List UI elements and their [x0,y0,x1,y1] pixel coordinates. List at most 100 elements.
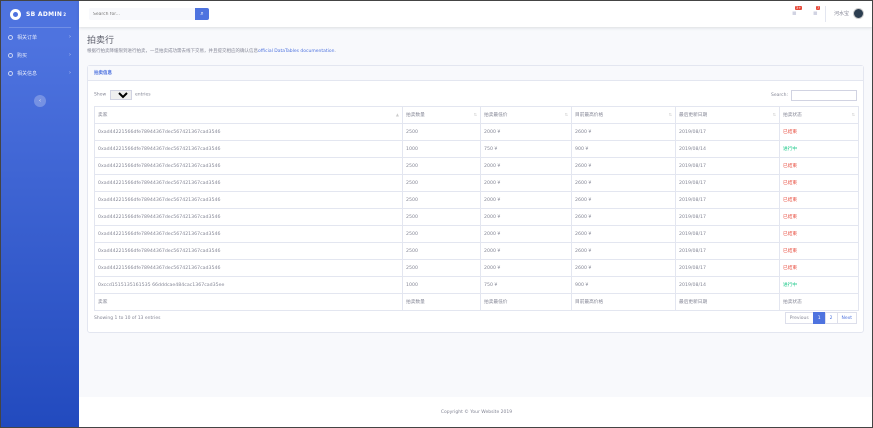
entries-select[interactable]: 10 [109,90,132,100]
gear-icon [8,70,13,76]
table-row: 0xad44221566dfe78944367dec567421367cad35… [94,140,859,158]
column-footer: 最后更新日期 [675,293,780,311]
sort-icon: ⇅ [473,112,477,117]
table-cell: 2019/08/17 [675,225,780,243]
table-cell: 2000 ¥ [480,123,572,141]
table-cell: 2000 ¥ [480,208,572,226]
table-cell: 0xad44221566dfe78944367dec567421367cad35… [94,123,403,141]
search-button[interactable]: ⌕ [195,8,209,20]
table-cell: 2500 [402,157,481,175]
table-search: Search: [771,90,857,101]
table-row: 0xad44221566dfe78944367dec567421367cad35… [94,157,859,175]
alerts-bell-icon[interactable]: ▪ 3+ [792,6,803,17]
entries-length-control: Show 10 entries [94,90,151,100]
column-header[interactable]: 拍卖最低价 ⇅ [480,106,572,124]
table-cell: 2500 [402,123,481,141]
table-cell: 2000 ¥ [480,191,572,209]
brand-sup: 2 [63,11,67,17]
sort-icon: ⇅ [851,112,855,117]
table-cell: 2500 [402,259,481,277]
column-footer: 目前最高价格 [571,293,676,311]
sidebar-item-label: 相关订单 [17,34,38,41]
table-search-input[interactable] [791,90,857,101]
table-cell: 2019/08/14 [675,140,780,158]
status-cell: 已结束 [779,208,859,226]
column-header[interactable]: 目前最高价格 ⇅ [571,106,676,124]
table-cell: 2600 ¥ [571,259,676,277]
sidebar-toggle-button[interactable]: ‹ [34,95,46,107]
table-cell: 2019/08/17 [675,174,780,192]
status-cell: 已结束 [779,123,859,141]
table-search-label: Search: [771,93,788,98]
table-row: 0xad44221566dfe78944367dec567421367cad35… [94,123,859,141]
table-cell: 0xad44221566dfe78944367dec567421367cad35… [94,174,403,192]
show-label: Show [94,92,107,98]
table-header-row: 卖家 ▲ 拍卖数量 ⇅ 拍卖最低价 ⇅ 目前最高价格 ⇅ 最后更新日期 ⇅ 拍卖状态 ⇅ [94,106,859,124]
table-row: 0xad44221566dfe78944367dec567421367cad35… [94,259,859,277]
sidebar: SB ADMIN 2 相关订单 › 购买 › 相关信息 › ‹ [1,1,79,427]
column-header[interactable]: 拍卖状态 ⇅ [779,106,859,124]
topbar-divider [825,6,826,22]
status-cell: 进行中 [779,276,859,294]
status-cell: 已结束 [779,259,859,277]
sidebar-item-info[interactable]: 相关信息 › [1,64,79,82]
table-cell: 2000 ¥ [480,259,572,277]
column-footer: 拍卖状态 [779,293,859,311]
table-info: Showing 1 to 10 of 13 entries [94,316,161,321]
table-cell: 2019/08/17 [675,259,780,277]
page-description: 根据行拍卖降缓限到进行拍卖，一旦拍卖成功需去线下交易，并且提交相应的确认信息of… [87,48,336,54]
page-title: 拍卖行 [87,36,115,46]
status-cell: 已结束 [779,174,859,192]
column-header[interactable]: 卖家 ▲ [94,106,403,124]
table-row: 0xad44221566dfe78944367dec567421367cad35… [94,191,859,209]
table-cell: 2600 ¥ [571,174,676,192]
table-cell: 0xad44221566dfe78944367dec567421367cad35… [94,157,403,175]
user-name[interactable]: 河水宝 [834,10,849,17]
table-cell: 750 ¥ [480,276,572,294]
table-cell: 0xad44221566dfe78944367dec567421367cad35… [94,225,403,243]
brand[interactable]: SB ADMIN 2 [1,1,79,27]
table-cell: 2600 ¥ [571,191,676,209]
avatar[interactable] [853,8,864,19]
table-cell: 2019/08/17 [675,208,780,226]
sidebar-item-buy[interactable]: 购买 › [1,46,79,64]
page-description-text: 根据行拍卖降缓限到进行拍卖，一旦拍卖成功需去线下交易，并且提交相应的确认信息 [87,49,258,54]
column-header[interactable]: 拍卖数量 ⇅ [402,106,481,124]
datatables-doc-link[interactable]: official DataTables documentation [258,49,335,54]
table-cell: 2000 ¥ [480,225,572,243]
status-cell: 已结束 [779,242,859,260]
card-title: 拍卖信息 [88,66,863,81]
table-cell: 0xccd1515135161535 66dddcae484cac1367cad… [94,276,403,294]
table-cell: 2500 [402,242,481,260]
status-cell: 已结束 [779,157,859,175]
table-cell: 0xad44221566dfe78944367dec567421367cad35… [94,140,403,158]
chevron-right-icon: › [69,52,71,58]
table-row: 0xad44221566dfe78944367dec567421367cad35… [94,208,859,226]
table-cell: 2600 ¥ [571,123,676,141]
table-cell: 2500 [402,208,481,226]
table-cell: 2000 ¥ [480,157,572,175]
table-cell: 2019/08/17 [675,191,780,209]
table-cell: 0xad44221566dfe78944367dec567421367cad35… [94,191,403,209]
column-footer: 拍卖最低价 [480,293,572,311]
sidebar-item-orders[interactable]: 相关订单 › [1,28,79,46]
column-header[interactable]: 最后更新日期 ⇅ [675,106,780,124]
footer: Copyright © Your Website 2019 [79,397,872,427]
alerts-badge: 3+ [795,6,803,10]
messages-icon[interactable]: ▪ 7 [813,6,821,17]
table-body: 0xad44221566dfe78944367dec567421367cad35… [94,123,859,294]
table-cell: 2500 [402,174,481,192]
table-cell: 0xad44221566dfe78944367dec567421367cad35… [94,259,403,277]
page-description-end: . [334,49,336,54]
auction-table: 卖家 ▲ 拍卖数量 ⇅ 拍卖最低价 ⇅ 目前最高价格 ⇅ 最后更新日期 ⇅ 拍卖状态 ⇅ 0… [94,106,859,311]
gear-icon [8,52,13,58]
topbar-search: ⌕ [89,8,209,20]
previous-button[interactable]: Previous [784,312,814,324]
messages-badge: 7 [816,6,821,10]
status-cell: 进行中 [779,140,859,158]
status-cell: 已结束 [779,191,859,209]
sort-icon: ⇅ [772,112,776,117]
search-input[interactable] [89,8,195,20]
table-cell: 2600 ¥ [571,242,676,260]
next-button[interactable]: Next [836,312,857,324]
